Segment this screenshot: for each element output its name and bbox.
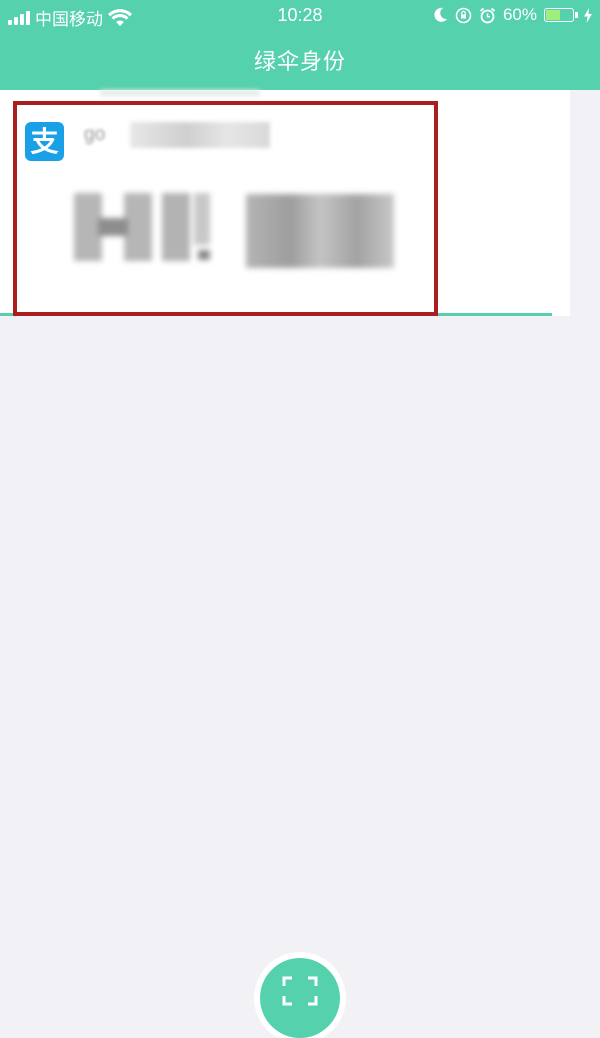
alarm-icon [479, 7, 496, 23]
charging-icon [584, 7, 592, 23]
page-title: 绿伞身份 [253, 49, 346, 74]
app-header: 中国移动 10:28 60% 绿伞身份 [0, 0, 600, 90]
status-bar: 中国移动 10:28 60% [0, 0, 600, 32]
highlight-box [13, 101, 438, 316]
status-right: 60% [434, 5, 592, 25]
battery-percent: 60% [502, 5, 537, 24]
lock-rotation-icon [455, 7, 472, 23]
battery-icon [544, 8, 578, 22]
battery-fill [546, 10, 561, 20]
scan-icon [282, 976, 318, 1006]
moon-icon [434, 7, 447, 22]
card-top-shadow [100, 90, 260, 96]
